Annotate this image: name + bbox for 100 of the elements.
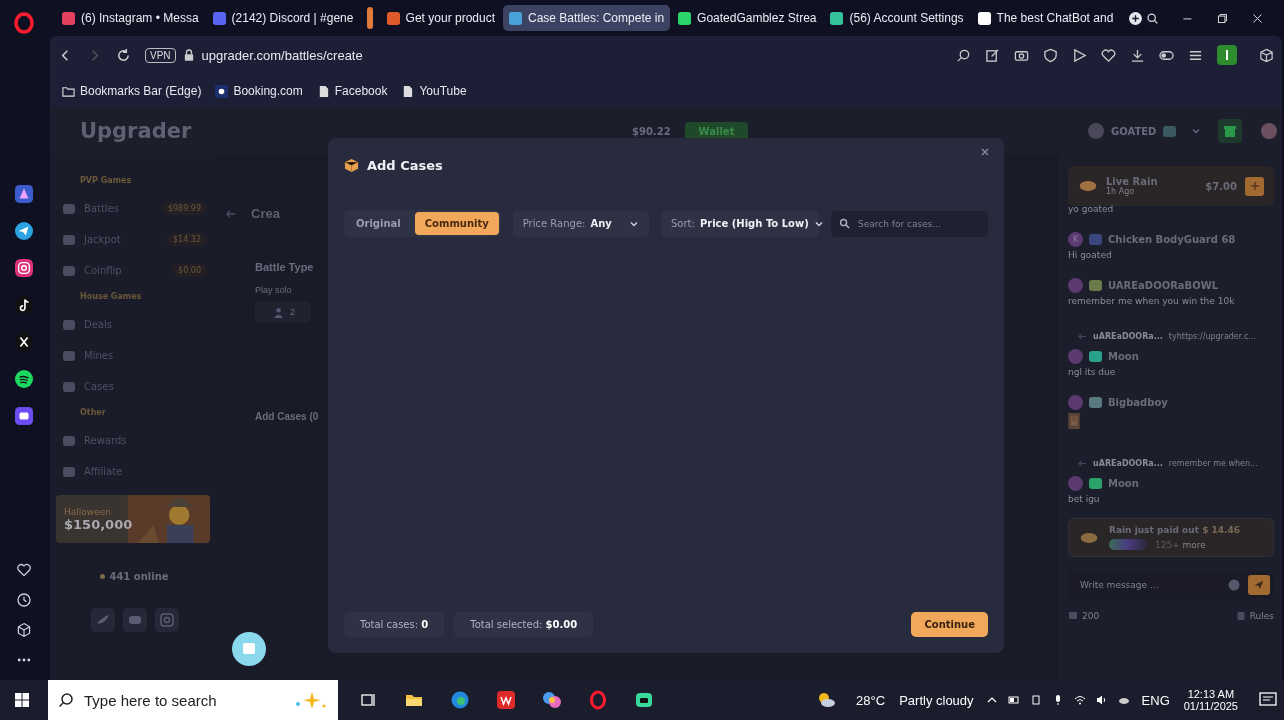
- chevron-icon[interactable]: [1191, 126, 1202, 136]
- rain-amount: $7.00: [1205, 180, 1237, 192]
- site-icon: [215, 84, 229, 98]
- bookmark[interactable]: Booking.com: [215, 84, 303, 98]
- chat-username: Moon: [1108, 351, 1139, 362]
- chat-message: remember me when you win the 10k: [1068, 296, 1236, 306]
- promo-banner[interactable]: Halloween $150,000: [56, 495, 210, 543]
- message-field[interactable]: Write message ...: [1078, 579, 1220, 591]
- cube-icon[interactable]: [16, 622, 32, 638]
- filter-tab[interactable]: Community: [414, 212, 499, 235]
- opera-icon[interactable]: [588, 690, 608, 710]
- chat-message: bet igu: [1068, 494, 1101, 504]
- reply-text: tyhttps://upgrader.c...: [1168, 332, 1256, 341]
- send-icon[interactable]: [1072, 47, 1087, 63]
- sound-waves-icon[interactable]: [15, 370, 33, 388]
- add-button[interactable]: [1245, 176, 1264, 196]
- section-heading: PVP Games: [80, 176, 133, 185]
- continue-button[interactable]: Continue: [911, 612, 988, 637]
- composer-bar[interactable]: Write message ...: [1068, 571, 1274, 599]
- promo-title: Halloween: [64, 506, 112, 517]
- browser-tab[interactable]: GoatedGamblez Strea: [672, 5, 823, 31]
- promo-amount: $150,000: [64, 516, 134, 532]
- chat-app-icon[interactable]: [634, 690, 654, 710]
- send-button[interactable]: [1248, 575, 1270, 595]
- vpn-badge[interactable]: VPN: [145, 47, 176, 63]
- search-field[interactable]: Search for cases...: [856, 217, 980, 230]
- battery-icon[interactable]: [1007, 694, 1020, 706]
- search-bar[interactable]: Search for cases...: [831, 210, 988, 237]
- cross-icon[interactable]: [15, 333, 33, 351]
- profile-icon[interactable]: [1217, 45, 1237, 65]
- page-icon: [401, 84, 415, 98]
- camera-icon[interactable]: [15, 259, 33, 277]
- section-title: Battle Type: [255, 261, 315, 273]
- level-badge: [1089, 280, 1102, 291]
- download-icon[interactable]: [1130, 47, 1145, 63]
- assistant-icon[interactable]: [542, 690, 562, 710]
- opera-logo-icon[interactable]: [14, 12, 34, 34]
- page-title: Crea: [251, 206, 280, 221]
- mode-label: Play solo: [255, 285, 293, 295]
- browser-tab[interactable]: Get your product: [380, 5, 501, 31]
- filter-tab[interactable]: Original: [346, 212, 411, 235]
- browser-tab[interactable]: (56) Account Settings: [824, 5, 970, 31]
- clock-icon[interactable]: [16, 592, 32, 608]
- shield-icon[interactable]: [1043, 47, 1058, 63]
- language-indicator[interactable]: ENG: [1141, 692, 1170, 708]
- clock[interactable]: 12:13 AM 01/11/2025: [1183, 688, 1238, 712]
- reply-text: remember me when...: [1168, 459, 1258, 468]
- zoom-icon[interactable]: [956, 47, 971, 63]
- reload-icon[interactable]: [116, 47, 131, 63]
- taskbar-search-bar[interactable]: Type here to search: [48, 680, 338, 720]
- browser-tab[interactable]: The best ChatBot and: [971, 5, 1120, 31]
- heart-icon[interactable]: [1101, 47, 1116, 63]
- address-field[interactable]: upgrader.com/battles/create: [201, 47, 363, 63]
- chat-app-icon[interactable]: [15, 407, 33, 425]
- bookmark[interactable]: YouTube: [401, 84, 467, 98]
- avatar: [1068, 278, 1083, 293]
- bookmark[interactable]: Facebook: [316, 84, 388, 98]
- device-icon[interactable]: [1029, 694, 1042, 706]
- new-tab-icon[interactable]: [1129, 10, 1143, 26]
- browser-tab[interactable]: (6) Instagram • Messa: [56, 5, 205, 31]
- search-icon: [839, 218, 850, 229]
- site-icon: [678, 11, 692, 25]
- music-note-icon[interactable]: [15, 296, 33, 314]
- weather-icon[interactable]: [816, 690, 837, 710]
- triangle-app-icon[interactable]: [15, 185, 33, 203]
- plus-icon: [1249, 181, 1260, 191]
- chat-username: Chicken BodyGuard 68: [1108, 234, 1236, 245]
- price-range-dropdown[interactable]: Price Range: Any: [512, 210, 649, 237]
- paper-plane-icon: [1254, 580, 1264, 590]
- browser-tab[interactable]: (2142) Discord | #gene: [206, 5, 360, 31]
- speaker-icon[interactable]: [1095, 694, 1108, 706]
- bookmark[interactable]: Bookmarks Bar (Edge): [62, 84, 202, 98]
- balance: $90.22: [632, 125, 671, 137]
- site-icon: [212, 11, 226, 25]
- pinned-tab[interactable]: [367, 7, 373, 29]
- browser-icon[interactable]: [450, 690, 470, 710]
- rules-link[interactable]: Rules: [1235, 611, 1274, 621]
- document-app-icon[interactable]: [496, 690, 516, 710]
- dialog-title: Add Cases: [367, 157, 444, 173]
- search-icon[interactable]: [1146, 10, 1160, 26]
- avatar-stack: [1109, 539, 1147, 550]
- chat-bubble-button[interactable]: [232, 632, 266, 666]
- cube-icon[interactable]: [1259, 47, 1274, 63]
- folder-icon: [62, 84, 75, 98]
- level-badge: [1163, 125, 1177, 137]
- paper-plane-icon[interactable]: [15, 222, 33, 240]
- site-icon: [509, 11, 522, 25]
- wifi-icon[interactable]: [1073, 694, 1086, 706]
- section-heading: House Games: [80, 292, 143, 301]
- level-badge: [1089, 397, 1102, 408]
- start-icon[interactable]: [14, 692, 30, 708]
- site-icon: [977, 11, 991, 25]
- edit-icon[interactable]: [985, 47, 1000, 63]
- more-count: 125+ more: [1155, 539, 1206, 550]
- chat-username: Moon: [1108, 478, 1139, 489]
- browser-tab[interactable]: Case Battles: Compete in: [503, 5, 671, 31]
- weather-text[interactable]: Partly cloudy: [899, 692, 974, 708]
- avatar: K: [1068, 232, 1083, 247]
- heart-icon[interactable]: [16, 562, 32, 578]
- temperature[interactable]: 28°C: [856, 692, 886, 708]
